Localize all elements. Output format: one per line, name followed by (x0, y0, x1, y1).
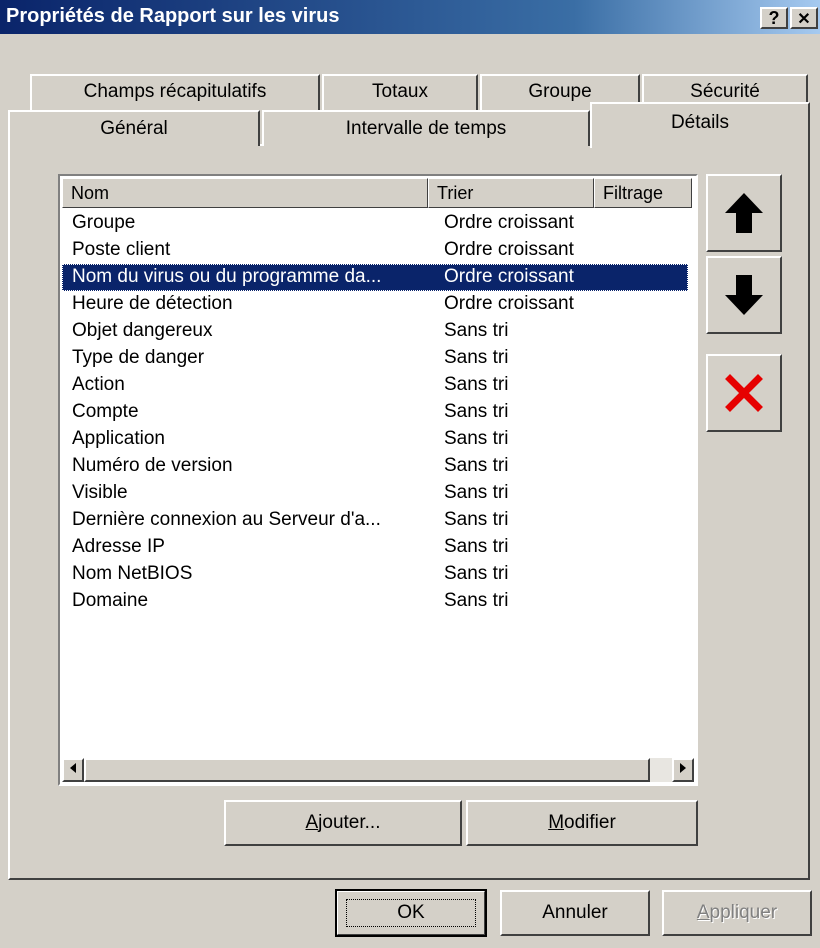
item-name: Compte (72, 401, 139, 422)
item-sort: Ordre croissant (444, 212, 574, 233)
list-item[interactable]: Nom NetBIOS Sans tri (62, 561, 694, 588)
help-icon: ? (768, 8, 780, 28)
list-rows: Groupe Ordre croissant Poste client Ordre … (62, 210, 694, 615)
delete-x-icon (725, 374, 763, 412)
item-sort: Sans tri (444, 401, 509, 422)
list-item[interactable]: Dernière connexion au Serveur d'a... Sans… (62, 507, 694, 534)
move-down-button[interactable] (706, 256, 782, 334)
window-title: Propriétés de Rapport sur les virus (6, 5, 340, 27)
horizontal-scrollbar[interactable] (62, 758, 694, 782)
item-name: Objet dangereux (72, 320, 213, 341)
item-name: Poste client (72, 239, 171, 260)
title-bar[interactable]: Propriétés de Rapport sur les virus ? ✕ (0, 0, 820, 34)
add-mnemonic: A (305, 812, 319, 833)
tab-label: Groupe (528, 81, 592, 102)
tab-label: Totaux (372, 81, 428, 102)
item-sort: Sans tri (444, 374, 509, 395)
list-header: Nom Trier Filtrage (62, 178, 694, 208)
column-header-trier[interactable]: Trier (428, 178, 594, 208)
arrow-up-icon (725, 193, 763, 233)
modify-label: odifier (564, 812, 616, 833)
item-sort: Sans tri (444, 428, 509, 449)
item-sort: Sans tri (444, 455, 509, 476)
focus-rectangle (346, 899, 476, 927)
item-name: Heure de détection (72, 293, 233, 314)
scroll-thumb[interactable] (84, 758, 650, 782)
tab-champs-recapitulatifs[interactable]: Champs récapitulatifs (30, 74, 320, 110)
item-sort: Sans tri (444, 347, 509, 368)
item-sort: Ordre croissant (444, 239, 574, 260)
column-header-filtrage[interactable]: Filtrage (594, 178, 692, 208)
tab-label: Champs récapitulatifs (83, 81, 267, 102)
item-sort: Sans tri (444, 563, 509, 584)
delete-button[interactable] (706, 354, 782, 432)
tab-details[interactable]: Détails (590, 102, 810, 148)
scroll-right-icon (680, 763, 686, 773)
item-sort: Sans tri (444, 536, 509, 557)
item-name: Groupe (72, 212, 136, 233)
apply-mnemonic: A (696, 902, 710, 923)
list-item[interactable]: Heure de détection Ordre croissant (62, 291, 694, 318)
tab-general[interactable]: Général (8, 110, 260, 146)
apply-button: Appliquer (662, 890, 812, 936)
item-name: Adresse IP (72, 536, 165, 557)
list-item[interactable]: Groupe Ordre croissant (62, 210, 694, 237)
list-item[interactable]: Type de danger Sans tri (62, 345, 694, 372)
cancel-button[interactable]: Annuler (500, 890, 650, 936)
tab-label: Intervalle de temps (345, 118, 507, 139)
tab-label: Général (100, 118, 168, 139)
close-icon: ✕ (797, 11, 811, 28)
modify-button[interactable]: Modifier (466, 800, 698, 846)
list-item[interactable]: Action Sans tri (62, 372, 694, 399)
add-button[interactable]: Ajouter... (224, 800, 462, 846)
item-name: Dernière connexion au Serveur d'a... (72, 509, 381, 530)
tab-label: Détails (670, 112, 730, 133)
item-name: Nom NetBIOS (72, 563, 193, 584)
tab-label: Sécurité (690, 81, 760, 102)
list-item-selected[interactable]: Nom du virus ou du programme da... Ordre … (62, 264, 688, 291)
move-up-button[interactable] (706, 174, 782, 252)
close-button[interactable]: ✕ (790, 7, 818, 29)
item-name: Action (72, 374, 125, 395)
item-name: Numéro de version (72, 455, 233, 476)
list-item[interactable]: Application Sans tri (62, 426, 694, 453)
item-name: Type de danger (72, 347, 205, 368)
list-item[interactable]: Numéro de version Sans tri (62, 453, 694, 480)
item-sort: Ordre croissant (444, 266, 574, 287)
arrow-down-icon (725, 275, 763, 315)
list-item[interactable]: Compte Sans tri (62, 399, 694, 426)
item-sort: Sans tri (444, 482, 509, 503)
modify-mnemonic: M (548, 812, 565, 833)
apply-label: ppliquer (709, 902, 778, 923)
column-header-nom[interactable]: Nom (62, 178, 428, 208)
scroll-left-icon (70, 763, 76, 773)
fields-list[interactable]: Nom Trier Filtrage Groupe Ordre croissant… (58, 174, 698, 786)
item-sort: Sans tri (444, 590, 509, 611)
list-item[interactable]: Visible Sans tri (62, 480, 694, 507)
help-button[interactable]: ? (760, 7, 788, 29)
item-sort: Sans tri (444, 320, 509, 341)
item-name: Domaine (72, 590, 149, 611)
item-sort: Ordre croissant (444, 293, 574, 314)
scroll-left-button[interactable] (62, 758, 84, 782)
item-name: Application (72, 428, 165, 449)
scroll-right-button[interactable] (672, 758, 694, 782)
ok-button[interactable]: OK (335, 889, 487, 937)
item-name: Visible (72, 482, 128, 503)
tab-totaux[interactable]: Totaux (322, 74, 478, 110)
add-label: jouter... (318, 812, 381, 833)
list-item[interactable]: Domaine Sans tri (62, 588, 694, 615)
cancel-label: Annuler (542, 902, 608, 923)
list-item[interactable]: Objet dangereux Sans tri (62, 318, 694, 345)
list-item[interactable]: Poste client Ordre croissant (62, 237, 694, 264)
item-name: Nom du virus ou du programme da... (72, 266, 382, 287)
item-sort: Sans tri (444, 509, 509, 530)
properties-dialog: Propriétés de Rapport sur les virus ? ✕ … (0, 0, 820, 948)
tab-intervalle-de-temps[interactable]: Intervalle de temps (262, 110, 590, 146)
list-item[interactable]: Adresse IP Sans tri (62, 534, 694, 561)
